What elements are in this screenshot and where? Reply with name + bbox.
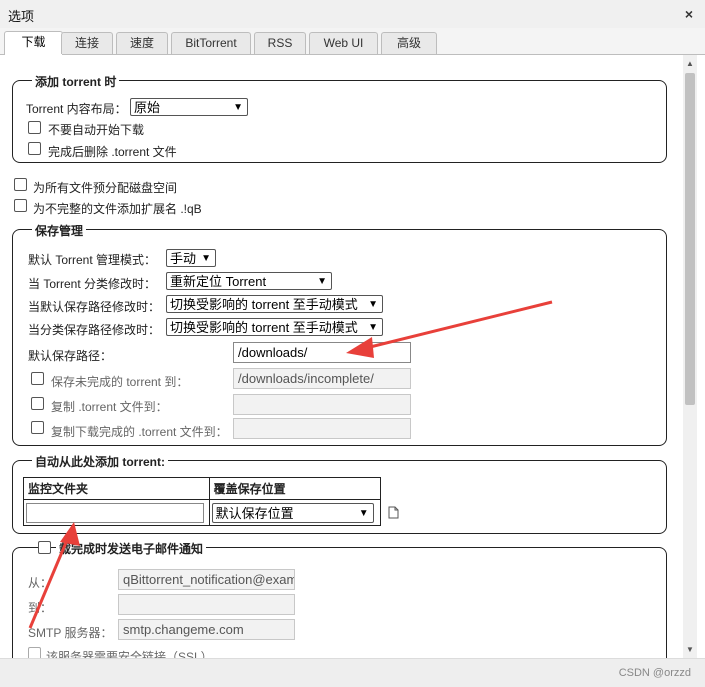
dialog-footer: CSDN @orzzd: [0, 658, 705, 687]
dont-start-label: 不要自动开始下载: [48, 123, 145, 137]
watermark: CSDN @orzzd: [618, 667, 691, 679]
chevron-down-icon: ▼: [233, 102, 243, 113]
dialog-title: 选项: [8, 9, 35, 24]
tab-webui[interactable]: Web UI: [309, 32, 378, 54]
tab-downloads[interactable]: 下载: [4, 31, 63, 55]
copy-torrent-checkbox[interactable]: [31, 397, 44, 410]
email-from-label: 从：: [28, 576, 53, 590]
append-ext-label: 为不完整的文件添加扩展名 .!qB: [33, 202, 202, 216]
watch-folder-table: 监控文件夹 覆盖保存位置 默认保存位置 ▼: [23, 477, 382, 526]
copy-finished-input[interactable]: [233, 418, 411, 439]
dialog-titlebar: 选项 ×: [0, 0, 705, 29]
email-group: [12, 547, 667, 658]
email-legend: 载完成时发送电子邮件通知: [56, 540, 207, 557]
category-path-changed-select[interactable]: 切换受影响的 torrent 至手动模式 ▼: [166, 318, 383, 336]
ssl-label: 该服务器需要安全链接（SSL）: [46, 650, 213, 658]
scroll-down-icon[interactable]: ▼: [686, 645, 694, 654]
category-changed-label: 当 Torrent 分类修改时：: [28, 277, 157, 291]
copy-torrent-label: 复制 .torrent 文件到：: [51, 400, 168, 414]
preallocate-label: 为所有文件预分配磁盘空间: [33, 181, 178, 195]
chevron-down-icon: ▼: [201, 253, 211, 264]
smtp-label: SMTP 服务器：: [28, 626, 113, 640]
default-mode-select[interactable]: 手动 ▼: [166, 249, 216, 267]
chevron-down-icon: ▼: [317, 276, 327, 287]
override-location-header: 覆盖保存位置: [208, 477, 382, 500]
watch-folder-input[interactable]: [26, 502, 204, 523]
email-to-label: 到：: [28, 601, 53, 615]
category-path-changed-label: 当分类保存路径修改时：: [28, 323, 161, 337]
delete-torrent-label: 完成后删除 .torrent 文件: [48, 145, 177, 159]
incomplete-path-input[interactable]: /downloads/incomplete/: [233, 368, 411, 389]
copy-finished-label: 复制下载完成的 .torrent 文件到：: [51, 425, 228, 439]
tab-connection[interactable]: 连接: [61, 32, 113, 54]
tab-bittorrent[interactable]: BitTorrent: [171, 32, 251, 54]
email-to-input[interactable]: [118, 594, 295, 615]
vertical-scrollbar[interactable]: ▲ ▼: [683, 55, 697, 658]
table-row: 默认保存位置 ▼: [23, 499, 382, 526]
tab-speed[interactable]: 速度: [116, 32, 168, 54]
copy-finished-checkbox[interactable]: [31, 421, 44, 434]
incomplete-label: 保存未完成的 torrent 到：: [51, 375, 189, 389]
default-mode-label: 默认 Torrent 管理模式：: [28, 253, 157, 267]
save-management-legend: 保存管理: [32, 222, 87, 239]
tab-advanced[interactable]: 高级: [381, 32, 437, 54]
default-save-path-input[interactable]: /downloads/: [233, 342, 411, 363]
category-changed-select[interactable]: 重新定位 Torrent ▼: [166, 272, 332, 290]
ssl-checkbox[interactable]: [28, 647, 41, 658]
scroll-up-icon[interactable]: ▲: [686, 59, 694, 68]
downloads-panel: 添加 torrent 时 Torrent 内容布局： 原始 ▼ 不要自动开始下载 …: [0, 55, 683, 658]
save-location-select[interactable]: 默认保存位置 ▼: [211, 502, 374, 523]
tab-bar: 下载 连接 速度 BitTorrent RSS Web UI 高级: [0, 28, 705, 55]
content-layout-select[interactable]: 原始 ▼: [130, 98, 248, 116]
monitor-folder-header: 监控文件夹: [23, 477, 210, 500]
close-icon[interactable]: ×: [685, 6, 693, 22]
auto-add-legend: 自动从此处添加 torrent:: [32, 453, 168, 470]
default-save-path-label: 默认保存路径：: [28, 349, 113, 363]
chevron-down-icon: ▼: [368, 322, 378, 333]
incomplete-checkbox[interactable]: [31, 372, 44, 385]
default-path-changed-select[interactable]: 切换受影响的 torrent 至手动模式 ▼: [166, 295, 383, 313]
chevron-down-icon: ▼: [358, 507, 369, 519]
preallocate-checkbox[interactable]: [14, 178, 27, 191]
new-file-icon[interactable]: [388, 506, 399, 519]
scrollbar-thumb[interactable]: [685, 73, 695, 405]
append-ext-checkbox[interactable]: [14, 199, 27, 212]
smtp-input[interactable]: smtp.changeme.com: [118, 619, 295, 640]
chevron-down-icon: ▼: [368, 299, 378, 310]
copy-torrent-input[interactable]: [233, 394, 411, 415]
email-from-input[interactable]: qBittorrent_notification@example.com: [118, 569, 295, 590]
default-path-changed-label: 当默认保存路径修改时：: [28, 300, 161, 314]
delete-torrent-checkbox[interactable]: [28, 142, 41, 155]
dont-start-checkbox[interactable]: [28, 121, 41, 134]
add-torrent-legend: 添加 torrent 时: [32, 73, 120, 90]
email-notify-checkbox[interactable]: [38, 541, 51, 554]
tab-rss[interactable]: RSS: [254, 32, 306, 54]
content-layout-label: Torrent 内容布局：: [26, 102, 127, 116]
